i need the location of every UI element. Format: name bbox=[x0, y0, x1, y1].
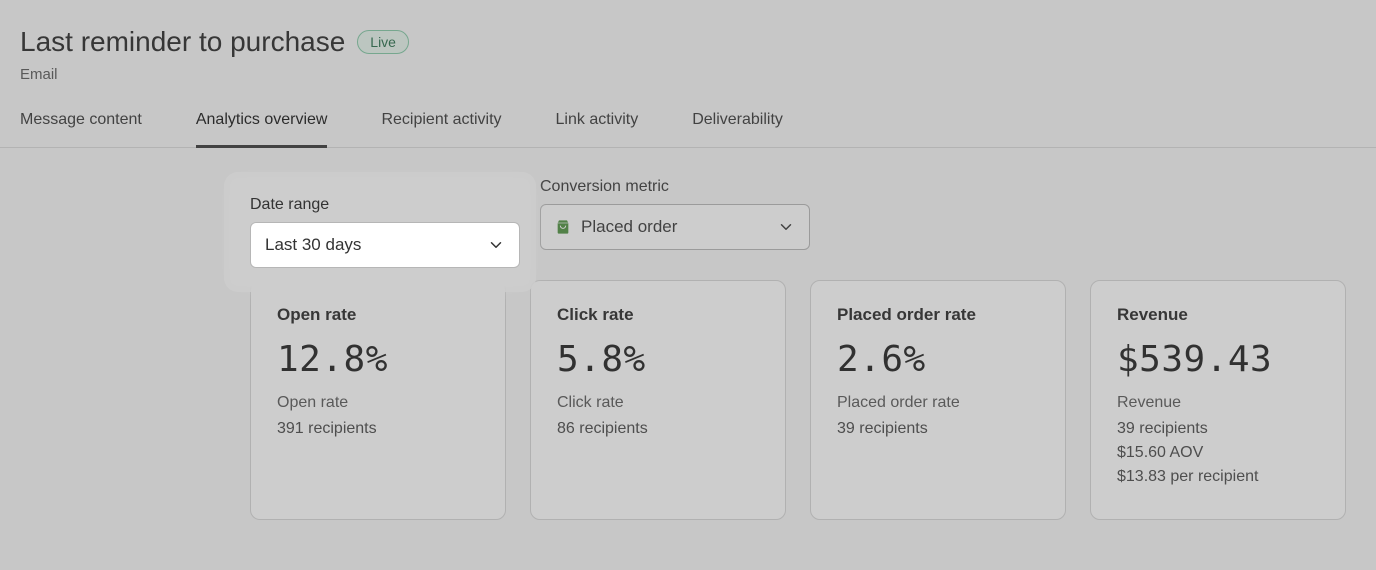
highlighted-filter: Date range Last 30 days bbox=[250, 196, 520, 268]
date-range-label: Date range bbox=[250, 178, 520, 196]
card-sub: Open rate bbox=[277, 394, 479, 412]
page-header: Last reminder to purchase Live Email bbox=[0, 0, 1376, 83]
card-line: 391 recipients bbox=[277, 420, 479, 438]
card-sub: Placed order rate bbox=[837, 394, 1039, 412]
conversion-metric-label: Conversion metric bbox=[540, 178, 810, 196]
card-line: 39 recipients bbox=[837, 420, 1039, 438]
page-title: Last reminder to purchase bbox=[20, 26, 345, 58]
card-open-rate: Open rate 12.8% Open rate 391 recipients bbox=[250, 280, 506, 520]
card-line: $13.83 per recipient bbox=[1117, 468, 1319, 486]
chevron-down-icon bbox=[487, 236, 505, 254]
card-title: Open rate bbox=[277, 305, 479, 325]
shopping-bag-icon bbox=[555, 218, 571, 236]
card-line: 39 recipients bbox=[1117, 420, 1319, 438]
card-revenue: Revenue $539.43 Revenue 39 recipients $1… bbox=[1090, 280, 1346, 520]
card-sub: Revenue bbox=[1117, 394, 1319, 412]
card-value: 5.8% bbox=[557, 339, 759, 380]
chevron-down-icon bbox=[777, 218, 795, 236]
card-click-rate: Click rate 5.8% Click rate 86 recipients bbox=[530, 280, 786, 520]
page-subtitle: Email bbox=[20, 66, 1356, 83]
tab-recipient-activity[interactable]: Recipient activity bbox=[381, 111, 501, 148]
card-value: 2.6% bbox=[837, 339, 1039, 380]
status-badge: Live bbox=[357, 30, 409, 54]
tab-analytics-overview[interactable]: Analytics overview bbox=[196, 111, 328, 148]
date-range-label: Date range bbox=[250, 196, 520, 214]
filter-conversion-metric: Conversion metric Placed order bbox=[540, 178, 810, 250]
date-range-value: Last 30 days bbox=[265, 235, 361, 255]
card-title: Placed order rate bbox=[837, 305, 1039, 325]
tabs: Message content Analytics overview Recip… bbox=[0, 111, 1376, 148]
card-title: Click rate bbox=[557, 305, 759, 325]
tab-message-content[interactable]: Message content bbox=[20, 111, 142, 148]
card-line: $15.60 AOV bbox=[1117, 444, 1319, 462]
tab-deliverability[interactable]: Deliverability bbox=[692, 111, 783, 148]
card-value: 12.8% bbox=[277, 339, 479, 380]
metric-cards: Open rate 12.8% Open rate 391 recipients… bbox=[0, 250, 1376, 520]
card-title: Revenue bbox=[1117, 305, 1319, 325]
card-sub: Click rate bbox=[557, 394, 759, 412]
date-range-select[interactable]: Last 30 days bbox=[250, 222, 520, 268]
tab-link-activity[interactable]: Link activity bbox=[556, 111, 639, 148]
conversion-metric-value: Placed order bbox=[581, 217, 677, 237]
conversion-metric-select[interactable]: Placed order bbox=[540, 204, 810, 250]
card-line: 86 recipients bbox=[557, 420, 759, 438]
card-value: $539.43 bbox=[1117, 339, 1319, 380]
filters-row: Date range Last 30 days Conversion metri… bbox=[0, 148, 1376, 250]
card-placed-order-rate: Placed order rate 2.6% Placed order rate… bbox=[810, 280, 1066, 520]
